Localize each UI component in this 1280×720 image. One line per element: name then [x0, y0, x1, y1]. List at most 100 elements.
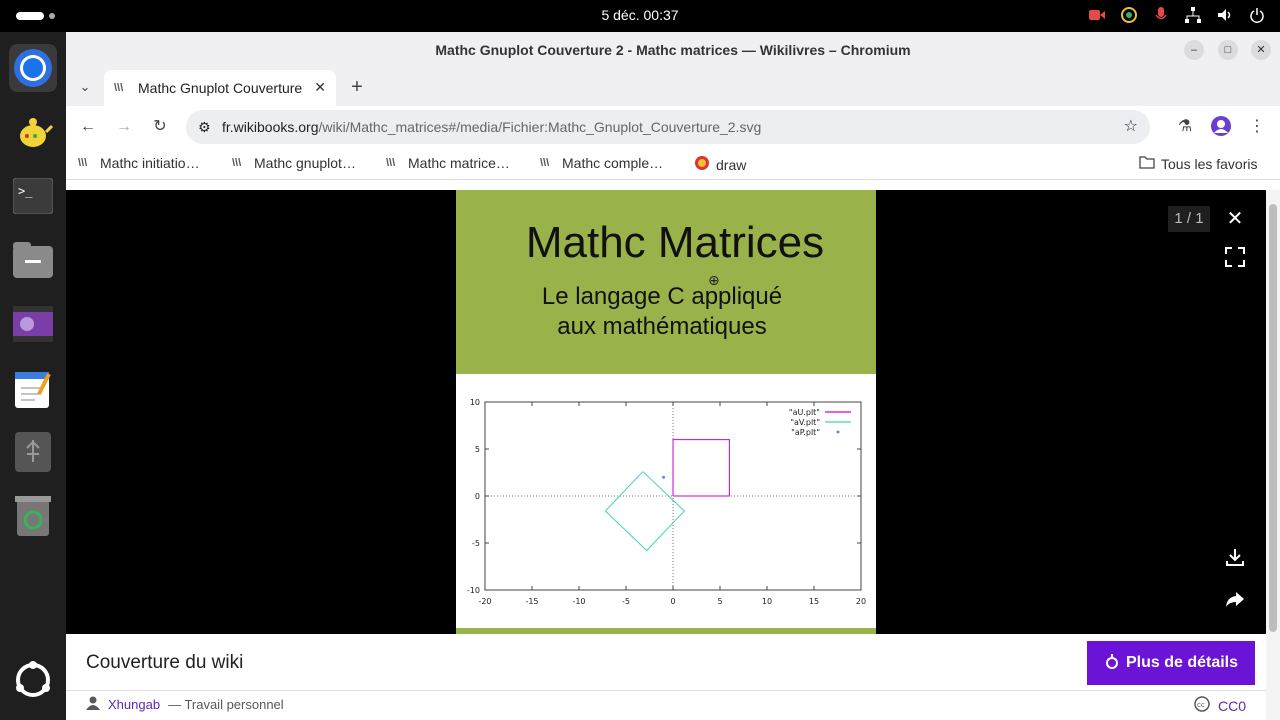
- image-counter: 1 / 1: [1168, 206, 1210, 232]
- license-link[interactable]: cc CC0: [1194, 696, 1246, 715]
- volume-icon: [1216, 6, 1234, 24]
- credit-source: — Travail personnel: [168, 697, 284, 712]
- x-tick-label: 0: [670, 597, 675, 606]
- all-bookmarks-folder[interactable]: Tous les favoris: [1139, 155, 1257, 172]
- minimize-button[interactable]: –: [1184, 40, 1204, 60]
- bookmark-star-icon[interactable]: ☆: [1124, 110, 1138, 144]
- y-tick-label: -10: [467, 586, 480, 595]
- url-path: /wiki/Mathc_matrices#/media/Fichier:Math…: [318, 119, 762, 135]
- wikibooks-favicon: \\\: [540, 157, 550, 169]
- tab-title: Mathc Gnuplot Couverture 2 - Mathc matri…: [138, 80, 304, 96]
- wikibooks-favicon: \\\: [78, 157, 88, 169]
- close-viewer-icon[interactable]: ✕: [1220, 204, 1250, 234]
- image-credit: Xhungab — Travail personnel: [86, 696, 284, 713]
- cc-icon: cc: [1194, 696, 1210, 715]
- new-tab-button[interactable]: +: [346, 76, 368, 98]
- x-tick-label: -5: [622, 597, 630, 606]
- gnuplot-chart: -20 -15 -10 -5 0 5 10 15 20 10 5 0 -5 -10 "aU.plt""aV.…: [467, 398, 866, 606]
- download-icon[interactable]: [1220, 546, 1250, 576]
- cover-subtitle: Le langage C appliqué aux mathématiques: [541, 283, 783, 340]
- files-icon[interactable]: [9, 236, 57, 284]
- wikibooks-favicon: \\\: [232, 157, 242, 169]
- trash-icon[interactable]: [9, 492, 57, 540]
- media-viewer: Mathc Matrices Le langage C appliqué aux…: [66, 190, 1266, 634]
- series-point: [662, 475, 666, 479]
- terminal-icon[interactable]: >_: [9, 172, 57, 220]
- camera-icon: [1088, 6, 1106, 24]
- bookmark-item[interactable]: \\\ Mathc comple…: [540, 155, 663, 171]
- url-host: fr.wikibooks.org: [222, 119, 319, 135]
- teapot-app-icon[interactable]: [9, 108, 57, 156]
- legend-label: "aV.plt": [790, 418, 820, 427]
- y-tick-label: 0: [475, 492, 480, 501]
- close-window-button[interactable]: ✕: [1251, 40, 1271, 60]
- x-tick-label: 10: [762, 597, 772, 606]
- menu-kebab-icon[interactable]: ⋮: [1246, 116, 1268, 138]
- legend-label: "aU.plt": [789, 408, 820, 417]
- chromium-icon[interactable]: [9, 44, 57, 92]
- navigation-bar: ← → ↻ ⚙ fr.wikibooks.org/wiki/Mathc_matr…: [66, 106, 1280, 148]
- cover-title: Mathc Matrices: [525, 218, 825, 267]
- bookmark-item[interactable]: \\\ Mathc matrice…: [386, 155, 510, 171]
- draw-favicon: [694, 155, 710, 174]
- labs-flask-icon[interactable]: ⚗: [1174, 116, 1196, 138]
- microphone-icon: [1152, 6, 1170, 24]
- system-top-bar: 5 déc. 00:37: [0, 0, 1280, 32]
- legend-label: "aP.plt": [791, 428, 820, 437]
- text-editor-icon[interactable]: [9, 364, 57, 412]
- page-scrollbar[interactable]: [1266, 190, 1280, 720]
- y-tick-label: -5: [472, 539, 480, 548]
- close-tab-icon[interactable]: ✕: [314, 79, 326, 96]
- browser-window: Mathc Gnuplot Couverture 2 - Mathc matri…: [66, 32, 1280, 720]
- x-tick-label: -20: [478, 597, 491, 606]
- network-icon: [1184, 6, 1202, 24]
- back-button[interactable]: ←: [77, 116, 99, 138]
- profile-avatar-icon[interactable]: [1210, 116, 1232, 138]
- x-tick-label: 20: [856, 597, 866, 606]
- bookmarks-bar: \\\ Mathc initiatio… \\\ Mathc gnuplot… \\…: [66, 148, 1280, 180]
- more-details-button[interactable]: Plus de détails: [1087, 641, 1255, 685]
- forward-button[interactable]: →: [113, 116, 135, 138]
- x-tick-label: -10: [572, 597, 585, 606]
- x-tick-label: -15: [525, 597, 538, 606]
- reload-button[interactable]: ↻: [149, 116, 171, 138]
- video-editor-icon[interactable]: [9, 300, 57, 348]
- wikibooks-favicon: \\\: [386, 157, 396, 169]
- zoom-in-cursor-icon: ⊕: [708, 272, 720, 288]
- user-icon: [86, 696, 100, 713]
- author-link[interactable]: Xhungab: [108, 697, 160, 712]
- usb-drive-icon[interactable]: [9, 428, 57, 476]
- share-icon[interactable]: [1220, 588, 1250, 618]
- scrollbar-thumb[interactable]: [1269, 204, 1277, 632]
- legend-marker: [836, 430, 840, 434]
- bookmark-item[interactable]: draw: [694, 155, 746, 174]
- x-tick-label: 15: [809, 597, 819, 606]
- tab-list-chevron-icon[interactable]: ⌄: [74, 76, 96, 98]
- svg-text:>_: >_: [18, 184, 33, 198]
- wikibooks-favicon: \\\: [114, 82, 124, 94]
- fullscreen-icon[interactable]: [1220, 246, 1250, 276]
- bookmark-item[interactable]: \\\ Mathc gnuplot…: [232, 155, 356, 171]
- site-info-icon[interactable]: ⚙: [198, 110, 211, 144]
- window-titlebar[interactable]: Mathc Gnuplot Couverture 2 - Mathc matri…: [66, 32, 1280, 68]
- maximize-button[interactable]: □: [1218, 40, 1238, 60]
- y-tick-label: 10: [470, 398, 480, 407]
- image-caption: Couverture du wiki: [86, 652, 244, 673]
- footer-divider: [66, 690, 1266, 691]
- svg-text:cc: cc: [1197, 701, 1205, 709]
- viewer-footer: Couverture du wiki Plus de détails Xhung…: [66, 634, 1266, 720]
- y-tick-label: 5: [475, 445, 480, 454]
- color-picker-icon: [1120, 6, 1138, 24]
- x-tick-label: 5: [717, 597, 722, 606]
- bookmark-item[interactable]: \\\ Mathc initiatio…: [78, 155, 200, 171]
- tab-active[interactable]: \\\ Mathc Gnuplot Couverture 2 - Mathc m…: [104, 70, 336, 106]
- address-bar[interactable]: ⚙ fr.wikibooks.org/wiki/Mathc_matrices#/…: [186, 110, 1150, 144]
- window-title: Mathc Gnuplot Couverture 2 - Mathc matri…: [435, 42, 911, 58]
- cover-image[interactable]: Mathc Matrices Le langage C appliqué aux…: [456, 190, 876, 634]
- show-apps-icon[interactable]: [9, 656, 57, 704]
- folder-icon: [1139, 155, 1155, 172]
- commons-icon: [1104, 653, 1120, 674]
- power-icon: [1248, 6, 1266, 24]
- system-tray[interactable]: [1088, 6, 1266, 24]
- tab-strip: ⌄ \\\ Mathc Gnuplot Couverture 2 - Mathc…: [66, 68, 1280, 106]
